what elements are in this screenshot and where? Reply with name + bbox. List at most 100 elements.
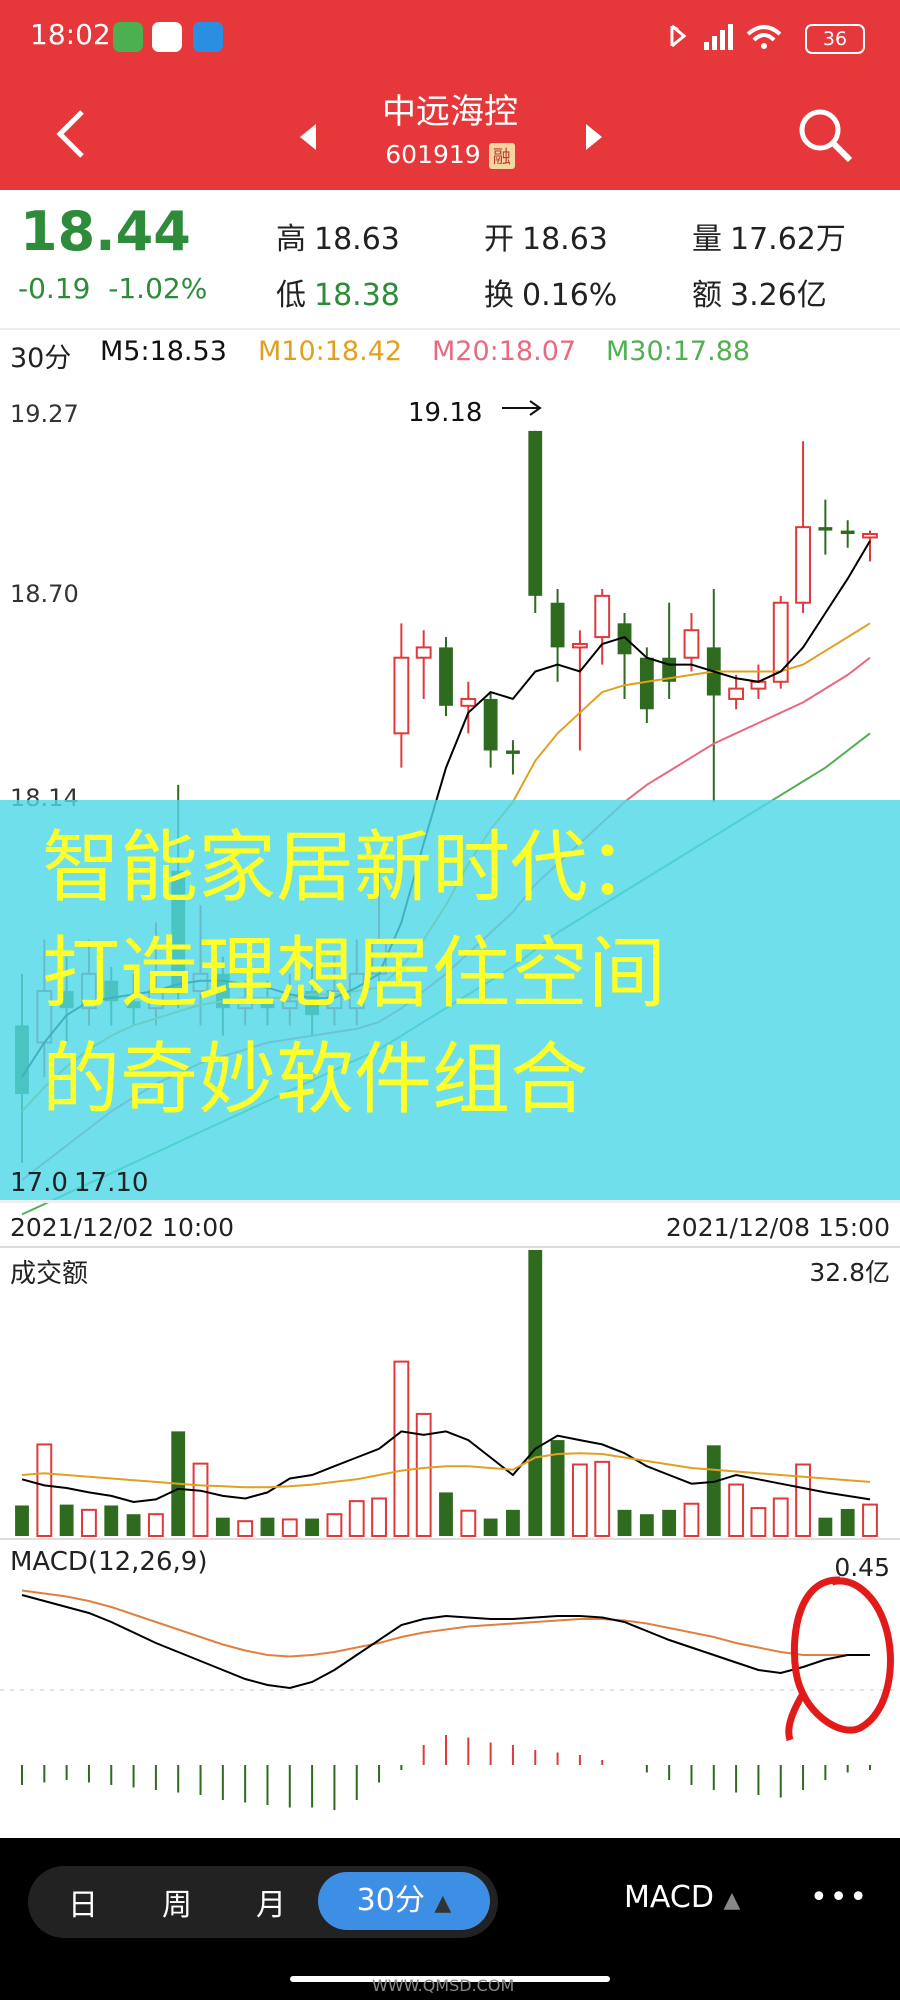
volume-bar xyxy=(126,1514,141,1536)
amount-label: 额 xyxy=(692,278,722,313)
volume-bar xyxy=(483,1518,498,1536)
y-axis-top: 19.27 xyxy=(10,400,79,428)
triangle-up-icon: ▲ xyxy=(434,1891,452,1916)
volume-bar xyxy=(639,1514,654,1536)
volume-bar xyxy=(528,1250,543,1536)
volume-bar xyxy=(15,1505,29,1536)
quote-turnover: 换 0.16% xyxy=(484,270,617,314)
volume-bar xyxy=(237,1520,254,1538)
ma10-label: M10:18.42 xyxy=(258,336,403,367)
divider xyxy=(0,1200,900,1203)
volume-bar xyxy=(594,1460,611,1538)
tab-30min[interactable]: 30分 ▲ xyxy=(318,1872,490,1930)
candle-body xyxy=(840,530,855,535)
turnover-value: 0.16% xyxy=(522,278,618,313)
candle-body xyxy=(594,594,611,639)
stock-code-line: 601919 融 xyxy=(0,140,900,169)
candle-body xyxy=(483,698,498,751)
candle-body xyxy=(728,687,745,700)
volume-bar xyxy=(393,1360,410,1537)
volume-bar xyxy=(862,1503,878,1537)
red-circle-annotation xyxy=(785,1576,894,1742)
quote-amount: 额 3.26亿 xyxy=(692,270,827,314)
candle-body xyxy=(393,656,410,735)
volume-bar xyxy=(215,1517,230,1536)
signal-wifi-icons xyxy=(670,24,782,50)
stock-name: 中远海控 xyxy=(382,92,518,132)
period-label: 30分 xyxy=(10,343,72,374)
tab-week[interactable]: 周 xyxy=(162,1880,192,1924)
volume-label: 量 xyxy=(692,222,722,257)
candle-body xyxy=(683,629,700,659)
volume-max: 32.8亿 xyxy=(809,1258,890,1287)
stock-code: 601919 xyxy=(385,140,481,169)
macd-title: MACD(12,26,9) xyxy=(10,1547,208,1577)
divider xyxy=(0,1538,900,1540)
battery-indicator: 36 xyxy=(805,24,865,54)
volume-title: 成交额 xyxy=(10,1259,89,1289)
volume-bar xyxy=(750,1507,767,1537)
volume-bar xyxy=(728,1483,745,1538)
app-notification-icon xyxy=(113,22,143,52)
search-icon[interactable] xyxy=(796,106,854,164)
ma30-label: M30:17.88 xyxy=(606,336,751,367)
divider xyxy=(0,328,900,330)
next-stock-icon[interactable] xyxy=(582,122,606,152)
volume-bar xyxy=(36,1443,53,1537)
app-header: 18:02 36 中远海控 601919 融 xyxy=(0,0,900,190)
candle-body xyxy=(460,697,477,707)
volume-bar xyxy=(348,1500,365,1537)
price-change: -0.19 -1.02% xyxy=(18,272,207,305)
volume-bar xyxy=(772,1497,789,1538)
open-value: 18.63 xyxy=(522,222,608,257)
y-axis-mid: 18.70 xyxy=(10,580,79,608)
start-time: 2021/12/02 10:00 xyxy=(10,1213,235,1242)
volume-bar xyxy=(506,1509,520,1536)
high-label: 高 xyxy=(276,222,306,257)
volume-bar xyxy=(415,1412,432,1538)
volume-bar xyxy=(460,1509,477,1537)
ma5-label: M5:18.53 xyxy=(100,336,227,367)
news-notification-icon xyxy=(152,22,182,52)
dif-line xyxy=(21,1594,870,1690)
quote-low: 低 18.38 xyxy=(276,270,400,314)
cloud-notification-icon xyxy=(193,22,223,52)
watermark-text: WWW.QMSD.COM xyxy=(372,1976,515,1995)
promo-text: 智能家居新时代： 打造理想居住空间 的奇妙软件组合 xyxy=(42,815,666,1133)
volume-bar xyxy=(571,1463,588,1537)
tab-month[interactable]: 月 xyxy=(256,1880,286,1924)
volume-bar xyxy=(617,1509,632,1536)
volume-bar xyxy=(281,1518,298,1538)
low-value: 18.38 xyxy=(314,278,400,313)
volume-bar xyxy=(59,1504,74,1536)
volume-bar xyxy=(706,1445,721,1536)
quote-volume: 量 17.62万 xyxy=(692,214,846,258)
volume-bar xyxy=(662,1509,677,1536)
tab-day[interactable]: 日 xyxy=(68,1880,98,1924)
volume-bar xyxy=(371,1497,387,1538)
amount-value: 3.26亿 xyxy=(730,278,827,313)
volume-bar xyxy=(439,1492,453,1536)
candle-body xyxy=(818,527,833,531)
open-label: 开 xyxy=(484,222,514,257)
quote-high: 高 18.63 xyxy=(276,214,400,258)
volume-bar xyxy=(192,1462,209,1537)
volume-bar xyxy=(305,1518,320,1536)
volume-bar xyxy=(104,1505,119,1536)
quote-open: 开 18.63 xyxy=(484,214,608,258)
promo-line-2: 打造理想居住空间 xyxy=(42,929,667,1019)
status-time: 18:02 xyxy=(30,18,111,51)
high-arrow-icon xyxy=(502,400,542,416)
dea-line xyxy=(21,1589,870,1658)
volume-value: 17.62万 xyxy=(730,222,846,257)
change-percent: -1.02% xyxy=(108,272,208,305)
low-label: 低 xyxy=(276,278,306,313)
ma20-label: M20:18.07 xyxy=(432,336,577,367)
end-time: 2021/12/08 15:00 xyxy=(665,1213,890,1242)
more-menu-icon[interactable]: ••• xyxy=(810,1880,869,1915)
indicator-label: MACD xyxy=(624,1880,714,1915)
candle-body xyxy=(506,750,520,754)
volume-ma-line-2 xyxy=(21,1452,871,1489)
candle-body xyxy=(550,602,565,648)
indicator-selector[interactable]: MACD ▲ xyxy=(624,1880,740,1915)
